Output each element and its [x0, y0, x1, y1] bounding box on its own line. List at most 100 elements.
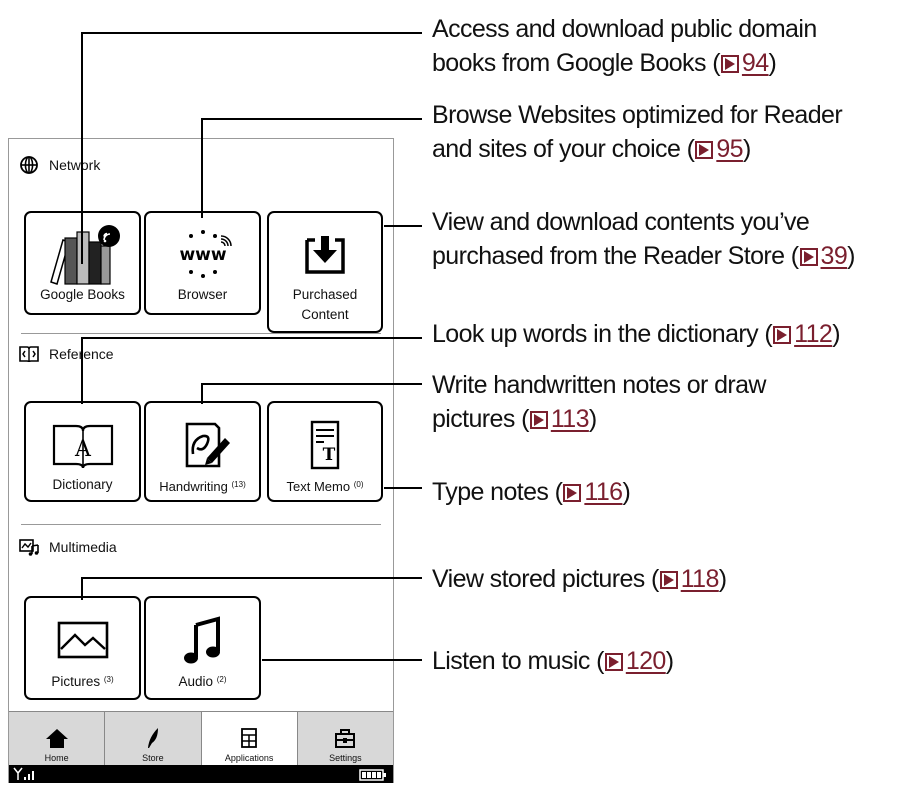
audio-count: (2)	[216, 675, 227, 684]
callout-handwriting-line1: Write handwritten notes or draw	[432, 371, 766, 399]
callout-audio-line1: Listen to music ( 120)	[432, 644, 674, 678]
tab-applications[interactable]: Applications	[201, 712, 298, 767]
callout-text-memo-line1: Type notes (116)	[432, 475, 631, 509]
signal-strength-icon	[13, 767, 37, 786]
callout-text-memo: Type notes (116)	[432, 475, 631, 509]
section-multimedia: Multimedia	[19, 537, 117, 557]
callout-browser-line2: and sites of your choice (95)	[432, 132, 842, 166]
callout-browser: Browse Websites optimized for Reader and…	[432, 98, 843, 166]
app-pictures[interactable]: Pictures (3)	[24, 596, 141, 700]
page-ref-arrow-icon	[799, 248, 818, 266]
bottom-tab-bar: Home Store Applications Settings	[9, 711, 393, 767]
page-ref-link[interactable]: 116	[584, 478, 623, 506]
open-book-icon	[19, 344, 39, 364]
app-text-memo[interactable]: T Text Memo (0)	[267, 401, 383, 502]
tab-settings[interactable]: Settings	[297, 712, 393, 767]
google-books-icon	[26, 223, 139, 287]
callout-text: )	[832, 320, 840, 348]
page-ref-arrow-icon	[604, 653, 623, 671]
page-ref-link[interactable]: 120	[626, 647, 667, 675]
download-tray-icon	[269, 223, 381, 287]
text-memo-icon: T	[269, 413, 381, 477]
callout-handwriting: Write handwritten notes or draw pictures…	[432, 368, 766, 436]
audio-label-text: Audio	[178, 674, 213, 689]
divider-network	[21, 333, 381, 334]
section-title-network: Network	[49, 157, 101, 173]
applications-grid-icon	[237, 727, 261, 749]
app-audio[interactable]: Audio (2)	[144, 596, 261, 700]
app-label-browser: Browser	[177, 287, 228, 302]
multimedia-icon	[19, 537, 39, 557]
status-bar	[9, 765, 393, 783]
text-memo-label-text: Text Memo	[286, 479, 351, 494]
page-ref-arrow-icon	[529, 411, 548, 429]
handwriting-label-text: Handwriting	[159, 479, 228, 494]
handwriting-count: (13)	[231, 480, 246, 489]
callout-google-books: Access and download public domain books …	[432, 12, 817, 80]
tab-store[interactable]: Store	[105, 712, 202, 767]
app-google-books[interactable]: Google Books	[24, 211, 141, 315]
tab-label-home: Home	[44, 753, 69, 763]
tab-label-applications: Applications	[224, 753, 274, 763]
callout-pictures: View stored pictures ( 118)	[432, 562, 727, 596]
callout-google-books-line1: Access and download public domain	[432, 15, 817, 43]
music-note-icon	[146, 608, 259, 672]
app-label-purchased-line1: Purchased	[292, 287, 358, 302]
callout-google-books-line2: books from Google Books ( 94)	[432, 46, 817, 80]
callout-purchased: View and download contents you’ve purcha…	[432, 205, 855, 273]
reader-device-screen: Network Google Books www Browser Purchas…	[8, 138, 394, 783]
page-ref-arrow-icon	[695, 141, 714, 159]
callout-text: )	[622, 478, 631, 506]
callout-text: and sites of your choice (	[432, 135, 695, 163]
page-ref-link[interactable]: 112	[794, 320, 833, 348]
page-ref-link[interactable]: 113	[551, 405, 590, 433]
divider-reference	[21, 524, 381, 525]
section-reference: Reference	[19, 344, 114, 364]
app-label-audio: Audio (2)	[146, 670, 259, 691]
callout-text: )	[665, 647, 674, 675]
section-title-reference: Reference	[49, 346, 114, 362]
callout-text: )	[768, 49, 777, 77]
callout-text: Look up words in the dictionary (	[432, 320, 773, 348]
callout-text: View stored pictures (	[432, 565, 659, 593]
home-icon	[45, 727, 69, 749]
page-ref-link[interactable]: 118	[681, 565, 720, 593]
section-network: Network	[19, 155, 100, 175]
pictures-count: (3)	[103, 675, 114, 684]
app-label-purchased-line2: Content	[301, 307, 349, 322]
pictures-label-text: Pictures	[51, 674, 101, 689]
app-purchased-content[interactable]: Purchased Content	[267, 211, 383, 333]
callout-pictures-line1: View stored pictures ( 118)	[432, 562, 727, 596]
app-label-dictionary: Dictionary	[52, 477, 113, 492]
settings-toolbox-icon	[333, 727, 357, 749]
page-ref-link[interactable]: 95	[716, 135, 743, 163]
callout-text: pictures (	[432, 405, 529, 433]
callout-dictionary: Look up words in the dictionary ( 112)	[432, 317, 841, 351]
page-ref-arrow-icon	[659, 571, 678, 589]
callout-text: books from Google Books (	[432, 49, 721, 77]
text-memo-count: (0)	[353, 480, 364, 489]
app-label-pictures: Pictures (3)	[26, 670, 139, 691]
section-title-multimedia: Multimedia	[49, 539, 117, 555]
page-ref-arrow-icon	[720, 55, 739, 73]
tab-label-settings: Settings	[329, 753, 362, 763]
callout-audio: Listen to music ( 120)	[432, 644, 674, 678]
callout-text: Listen to music (	[432, 647, 604, 675]
tab-home[interactable]: Home	[9, 712, 106, 767]
callout-text: )	[588, 405, 597, 433]
page-ref-arrow-icon	[563, 484, 582, 502]
app-browser[interactable]: www Browser	[144, 211, 261, 315]
store-feather-icon	[141, 727, 165, 749]
callout-browser-line1: Browse Websites optimized for Reader	[432, 101, 843, 129]
globe-icon	[19, 155, 39, 175]
pen-note-icon	[146, 413, 259, 477]
page-ref-link[interactable]: 94	[742, 49, 769, 77]
app-label-text-memo: Text Memo (0)	[269, 475, 381, 496]
callout-text: )	[718, 565, 727, 593]
app-handwriting[interactable]: Handwriting (13)	[144, 401, 261, 502]
app-dictionary[interactable]: A Dictionary	[24, 401, 141, 502]
page-ref-arrow-icon	[773, 326, 792, 344]
callout-purchased-line2: purchased from the Reader Store (39)	[432, 239, 855, 273]
page-ref-link[interactable]: 39	[821, 242, 848, 270]
callout-dictionary-line1: Look up words in the dictionary ( 112)	[432, 317, 841, 351]
